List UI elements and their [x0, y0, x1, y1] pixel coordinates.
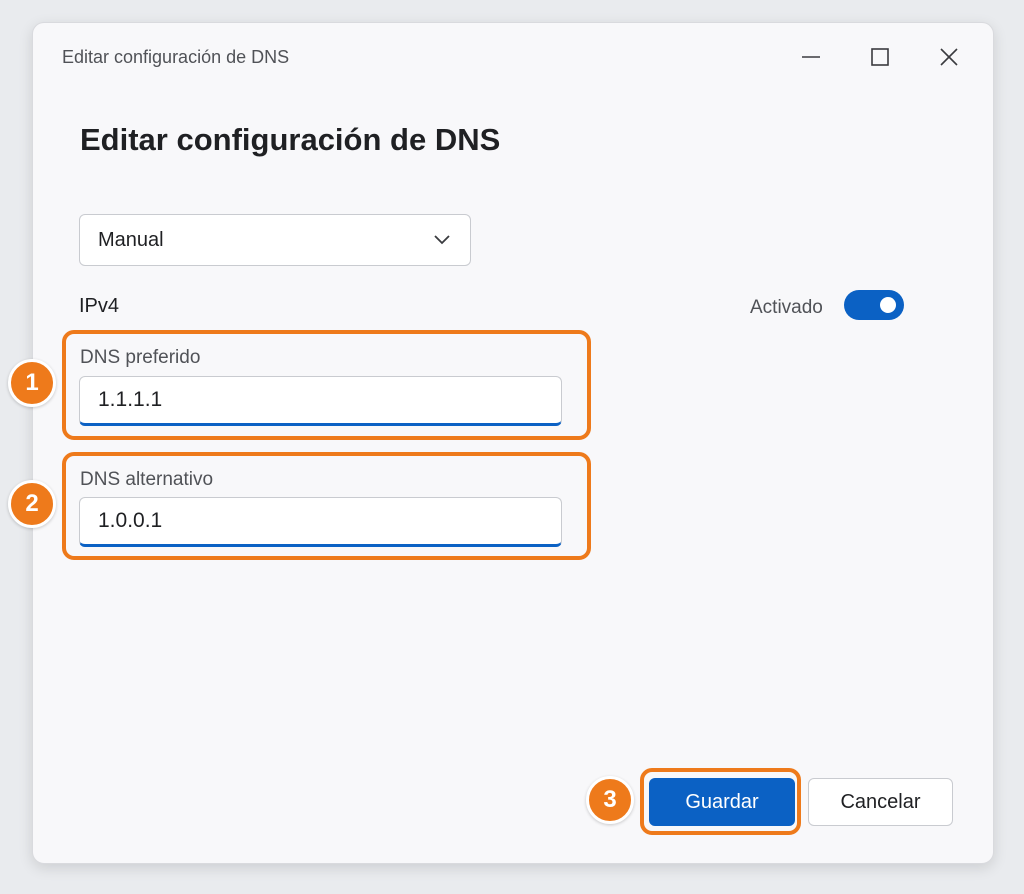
ipv4-label: IPv4: [79, 295, 120, 317]
dns-mode-dropdown[interactable]: Manual: [79, 214, 471, 266]
alternate-dns-label: DNS alternativo: [80, 469, 214, 490]
preferred-dns-input[interactable]: [79, 376, 562, 426]
step-badge-3: 3: [586, 776, 634, 824]
dns-settings-dialog: Editar configuración de DNS Editar confi…: [32, 22, 994, 864]
close-icon: [940, 48, 958, 66]
save-button[interactable]: Guardar: [649, 778, 795, 826]
minimize-button[interactable]: [791, 41, 831, 73]
ipv4-toggle[interactable]: [844, 290, 904, 320]
toggle-knob: [880, 297, 896, 313]
close-button[interactable]: [929, 41, 969, 73]
cancel-button[interactable]: Cancelar: [808, 778, 953, 826]
chevron-down-icon: [434, 235, 450, 245]
step-badge-1: 1: [8, 359, 56, 407]
minimize-icon: [802, 56, 820, 58]
step-badge-2: 2: [8, 480, 56, 528]
alternate-dns-input[interactable]: [79, 497, 562, 547]
preferred-dns-label: DNS preferido: [80, 347, 201, 368]
maximize-icon: [871, 48, 889, 66]
dns-mode-selected-value: Manual: [98, 229, 164, 251]
maximize-button[interactable]: [860, 41, 900, 73]
ipv4-toggle-label: Activado: [750, 297, 823, 318]
window-title: Editar configuración de DNS: [62, 47, 290, 67]
page-title: Editar configuración de DNS: [80, 122, 501, 157]
